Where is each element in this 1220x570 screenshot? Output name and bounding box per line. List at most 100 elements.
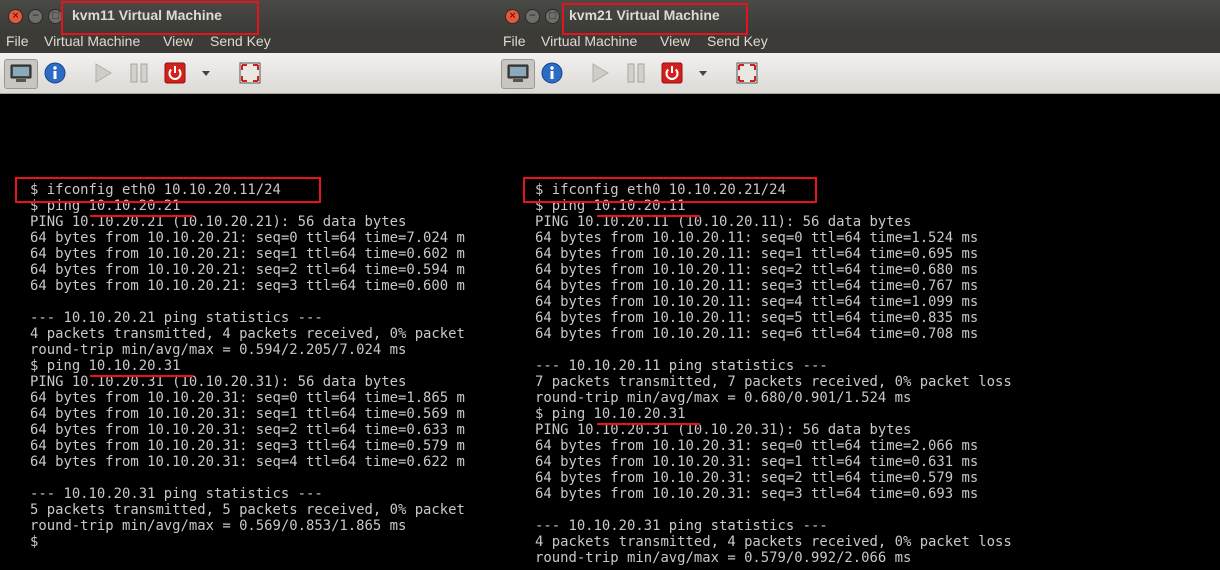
pause-icon — [627, 63, 645, 83]
fullscreen-icon — [736, 62, 758, 84]
shutdown-dropdown[interactable] — [198, 61, 214, 85]
terminal-line: 64 bytes from 10.10.20.21: seq=2 ttl=64 … — [30, 262, 465, 278]
terminal-line: 64 bytes from 10.10.20.11: seq=5 ttl=64 … — [535, 310, 979, 326]
terminal-line: 64 bytes from 10.10.20.21: seq=0 ttl=64 … — [30, 230, 465, 246]
terminal-line: 64 bytes from 10.10.20.21: seq=1 ttl=64 … — [30, 246, 465, 262]
details-info-icon — [541, 62, 563, 84]
menu-bar: File Virtual Machine View Send Key — [497, 33, 1220, 53]
console-icon — [507, 64, 529, 82]
terminal-line: round-trip min/avg/max = 0.594/2.205/7.0… — [30, 342, 407, 358]
close-window-button[interactable]: × — [8, 9, 23, 24]
terminal-line: 64 bytes from 10.10.20.11: seq=4 ttl=64 … — [535, 294, 979, 310]
run-button[interactable] — [90, 61, 116, 85]
maximize-window-button[interactable]: □ — [545, 9, 560, 24]
terminal-line: 64 bytes from 10.10.20.31: seq=3 ttl=64 … — [535, 486, 979, 502]
terminal-line: round-trip min/avg/max = 0.579/0.992/2.0… — [535, 550, 912, 566]
terminal-line: 64 bytes from 10.10.20.11: seq=1 ttl=64 … — [535, 246, 979, 262]
pause-icon — [130, 63, 148, 83]
vm-console[interactable]: $ ifconfig eth0 10.10.20.21/24 $ ping 10.… — [497, 94, 1220, 570]
run-button[interactable] — [587, 61, 613, 85]
underline-ping-target — [597, 423, 700, 425]
terminal-line: round-trip min/avg/max = 0.680/0.901/1.5… — [535, 390, 912, 406]
shutdown-dropdown[interactable] — [695, 61, 711, 85]
console-icon — [10, 64, 32, 82]
menu-file[interactable]: File — [503, 33, 526, 49]
dropdown-icon — [202, 71, 210, 76]
underline-ping-target — [90, 375, 193, 377]
terminal-line: 7 packets transmitted, 7 packets receive… — [535, 374, 1012, 390]
underline-ping-target — [597, 215, 700, 217]
terminal-line: 5 packets transmitted, 5 packets receive… — [30, 502, 465, 518]
terminal-line: 64 bytes from 10.10.20.11: seq=0 ttl=64 … — [535, 230, 979, 246]
terminal-line: 64 bytes from 10.10.20.31: seq=2 ttl=64 … — [30, 422, 465, 438]
menu-view[interactable]: View — [660, 33, 690, 49]
console-button[interactable] — [4, 59, 38, 89]
toolbar — [497, 53, 1220, 94]
console-button[interactable] — [501, 59, 535, 89]
window-controls: × − □ — [8, 9, 63, 24]
terminal-output: $ ifconfig eth0 10.10.20.11/24 $ ping 10.… — [30, 182, 465, 550]
close-window-button[interactable]: × — [505, 9, 520, 24]
menu-file[interactable]: File — [6, 33, 29, 49]
highlight-ifconfig-box — [15, 177, 321, 203]
terminal-line: 4 packets transmitted, 4 packets receive… — [30, 326, 465, 342]
terminal-line: --- 10.10.20.11 ping statistics --- — [535, 358, 828, 374]
vm-window-kvm21: × − □ kvm21 Virtual Machine File Virtual… — [497, 0, 1220, 570]
run-icon — [95, 63, 112, 83]
shutdown-icon — [164, 62, 186, 84]
highlight-ifconfig-box — [523, 177, 817, 203]
terminal-line: 64 bytes from 10.10.20.31: seq=2 ttl=64 … — [535, 470, 979, 486]
underline-ping-target — [90, 215, 193, 217]
terminal-line: 64 bytes from 10.10.20.21: seq=3 ttl=64 … — [30, 278, 465, 294]
terminal-line: $ ping 10.10.20.31 — [30, 358, 181, 374]
terminal-line: 64 bytes from 10.10.20.31: seq=4 ttl=64 … — [30, 454, 465, 470]
terminal-line: 64 bytes from 10.10.20.31: seq=1 ttl=64 … — [535, 454, 979, 470]
details-button[interactable] — [539, 61, 565, 85]
terminal-line: 64 bytes from 10.10.20.31: seq=1 ttl=64 … — [30, 406, 465, 422]
terminal-line: 64 bytes from 10.10.20.11: seq=6 ttl=64 … — [535, 326, 979, 342]
dropdown-icon — [699, 71, 707, 76]
terminal-line: $ ping 10.10.20.31 — [535, 406, 686, 422]
menu-send-key[interactable]: Send Key — [707, 33, 768, 49]
terminal-line: 64 bytes from 10.10.20.31: seq=3 ttl=64 … — [30, 438, 465, 454]
menu-view[interactable]: View — [163, 33, 193, 49]
terminal-line: 64 bytes from 10.10.20.31: seq=0 ttl=64 … — [30, 390, 465, 406]
terminal-line: 64 bytes from 10.10.20.31: seq=0 ttl=64 … — [535, 438, 979, 454]
terminal-line: 64 bytes from 10.10.20.11: seq=3 ttl=64 … — [535, 278, 979, 294]
menu-virtual-machine[interactable]: Virtual Machine — [44, 33, 140, 49]
terminal-line: 4 packets transmitted, 4 packets receive… — [535, 534, 1012, 550]
fullscreen-button[interactable] — [237, 61, 263, 85]
pause-button[interactable] — [623, 61, 649, 85]
terminal-line: 64 bytes from 10.10.20.11: seq=2 ttl=64 … — [535, 262, 979, 278]
fullscreen-icon — [239, 62, 261, 84]
vm-window-kvm11: × − □ kvm11 Virtual Machine File Virtual… — [0, 0, 497, 570]
run-icon — [592, 63, 609, 83]
shutdown-button[interactable] — [162, 61, 188, 85]
terminal-line: --- 10.10.20.31 ping statistics --- — [30, 486, 323, 502]
pause-button[interactable] — [126, 61, 152, 85]
terminal-line: $ — [30, 534, 39, 550]
terminal-line: --- 10.10.20.31 ping statistics --- — [535, 518, 828, 534]
minimize-window-button[interactable]: − — [28, 9, 43, 24]
menu-bar: File Virtual Machine View Send Key — [0, 33, 497, 53]
toolbar — [0, 53, 497, 94]
minimize-window-button[interactable]: − — [525, 9, 540, 24]
fullscreen-button[interactable] — [734, 61, 760, 85]
shutdown-button[interactable] — [659, 61, 685, 85]
details-button[interactable] — [42, 61, 68, 85]
window-controls: × − □ — [505, 9, 560, 24]
menu-send-key[interactable]: Send Key — [210, 33, 271, 49]
shutdown-icon — [661, 62, 683, 84]
terminal-line: --- 10.10.20.21 ping statistics --- — [30, 310, 323, 326]
details-info-icon — [44, 62, 66, 84]
highlight-title-box — [562, 3, 748, 35]
terminal-output: $ ifconfig eth0 10.10.20.21/24 $ ping 10.… — [535, 182, 1012, 566]
terminal-line: round-trip min/avg/max = 0.569/0.853/1.8… — [30, 518, 407, 534]
vm-console[interactable]: $ ifconfig eth0 10.10.20.11/24 $ ping 10.… — [0, 94, 497, 570]
menu-virtual-machine[interactable]: Virtual Machine — [541, 33, 637, 49]
highlight-title-box — [61, 1, 259, 35]
